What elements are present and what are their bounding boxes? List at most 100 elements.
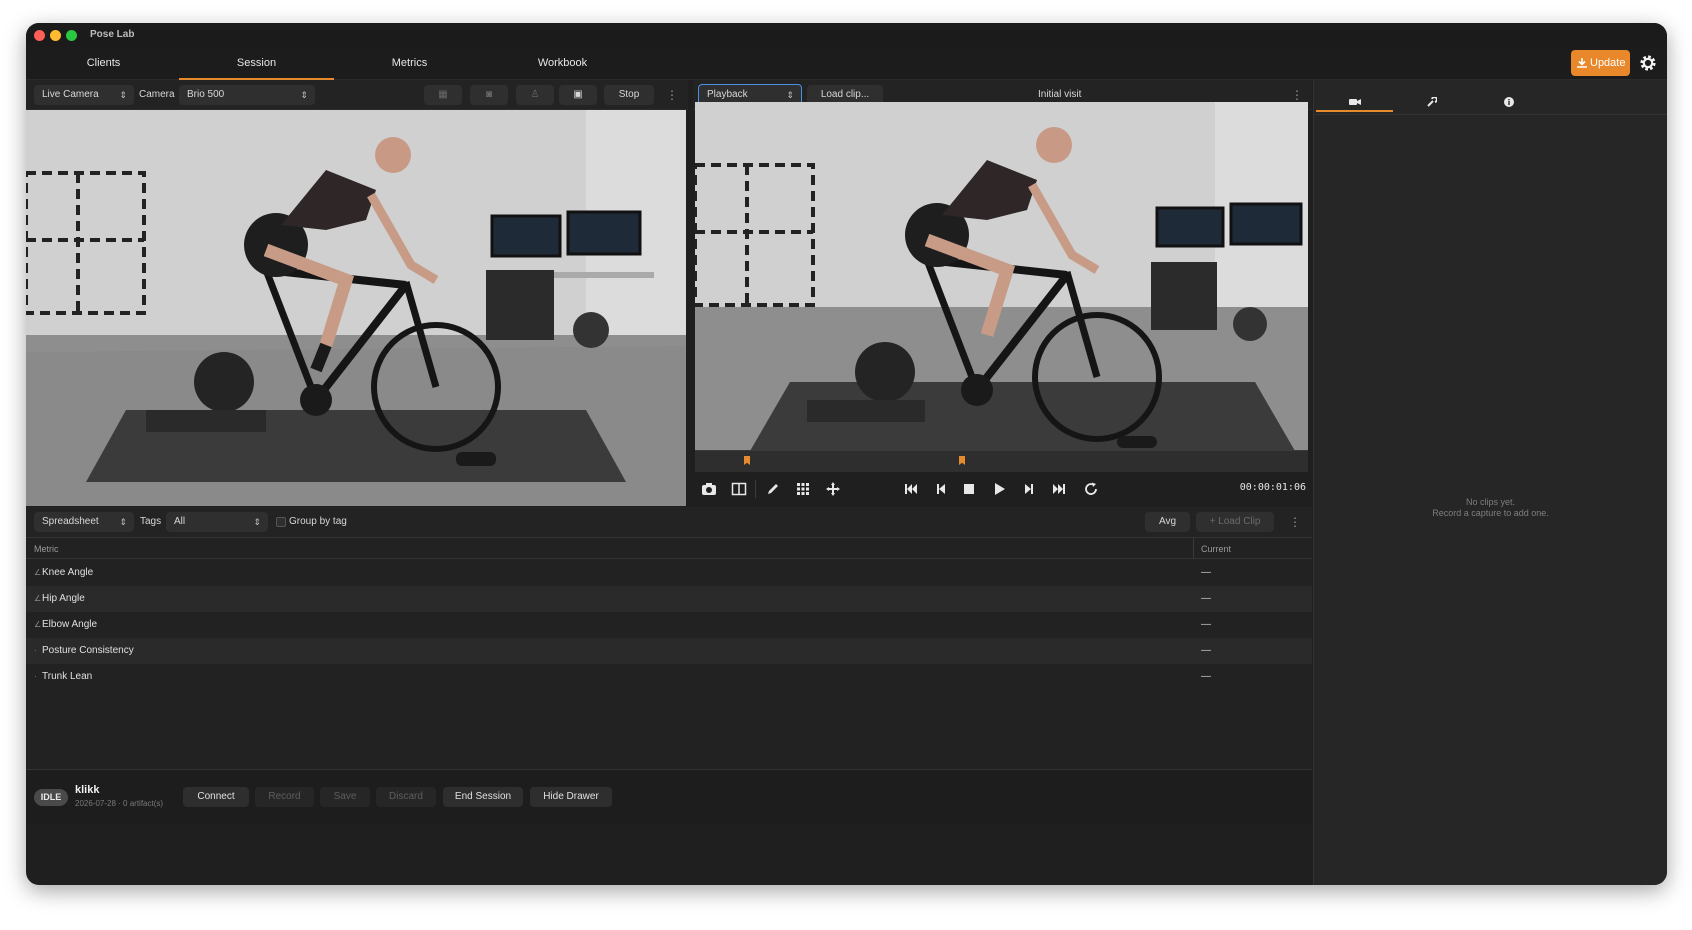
metrics-sheet: Spreadsheet ⇕ Tags All ⇕ Group by tag Avg … [26, 507, 1312, 769]
pencil-icon[interactable] [765, 481, 781, 497]
sidebar-tab-clips[interactable] [1316, 92, 1393, 112]
grid-icon[interactable] [795, 481, 811, 497]
loop-icon[interactable] [1083, 481, 1099, 497]
status-badge: IDLE [34, 789, 68, 806]
camera-select[interactable]: Brio 500 ⇕ [179, 85, 315, 105]
transport-bar: 00:00:01:06 [695, 474, 1310, 504]
table-header: Metric Current [26, 537, 1312, 559]
discard-button[interactable]: Discard [376, 787, 436, 807]
connect-button[interactable]: Connect [183, 787, 249, 807]
tags-label: Tags [140, 516, 162, 527]
dot-icon: · [34, 672, 37, 681]
timeline-track[interactable] [695, 450, 1308, 472]
end-session-button[interactable]: End Session [443, 787, 523, 807]
clips-sidebar: No clips yet. Record a capture to add on… [1313, 80, 1667, 885]
column-metric: Metric [34, 544, 59, 554]
stop-button[interactable]: Stop [604, 85, 654, 105]
updown-icon: ⇕ [253, 517, 261, 527]
app-window: Pose Lab Clients Session Metrics Workboo… [26, 23, 1667, 885]
group-by-tag-checkbox[interactable] [276, 517, 286, 527]
angle-icon: ∠ [34, 620, 42, 629]
avg-button[interactable]: Avg [1145, 512, 1190, 532]
save-button[interactable]: Save [320, 787, 370, 807]
angle-icon: ∠ [34, 568, 42, 577]
view-select[interactable]: Spreadsheet ⇕ [34, 512, 134, 532]
bookmark-marker[interactable] [959, 456, 965, 465]
camera-label: Camera [139, 89, 175, 100]
session-name: klikk [75, 784, 100, 796]
mode-select-value: Playback [707, 89, 748, 100]
cyclist-scene-image [26, 110, 686, 506]
group-by-tag-label: Group by tag [289, 516, 347, 527]
move-icon[interactable] [825, 481, 841, 497]
camera-icon[interactable] [701, 481, 717, 497]
tab-clients[interactable]: Clients [26, 47, 181, 80]
table-row[interactable]: ∠ Elbow Angle — [26, 612, 1312, 638]
source-select[interactable]: Live Camera ⇕ [34, 85, 134, 105]
tab-workbook[interactable]: Workbook [485, 47, 640, 80]
angle-icon: ∠ [34, 594, 42, 603]
table-row[interactable]: ∠ Hip Angle — [26, 586, 1312, 612]
play-icon[interactable] [991, 481, 1007, 497]
grid-icon: ▦ [438, 89, 448, 100]
tags-select-value: All [174, 516, 186, 527]
camera-more-button[interactable]: ⋮ [666, 85, 678, 105]
snapshot-button[interactable]: ◙ [470, 85, 508, 105]
bookmark-marker[interactable] [744, 456, 750, 465]
updown-icon: ⇕ [300, 90, 308, 100]
metric-current: — [1201, 645, 1211, 656]
step-forward-icon[interactable] [1021, 481, 1037, 497]
playback-video[interactable] [695, 102, 1308, 451]
pose-button[interactable]: ♙ [516, 85, 554, 105]
film-button[interactable]: ▣ [559, 85, 597, 105]
zoom-window-button[interactable] [66, 30, 77, 41]
update-button[interactable]: Update [1571, 50, 1630, 76]
gear-icon[interactable] [1638, 53, 1658, 73]
camera-select-value: Brio 500 [187, 89, 225, 100]
camera-icon: ◙ [485, 89, 493, 100]
table-row[interactable]: · Posture Consistency — [26, 638, 1312, 664]
cyclist-scene-image [695, 102, 1308, 451]
stop-icon[interactable] [961, 481, 977, 497]
hide-drawer-button[interactable]: Hide Drawer [530, 787, 612, 807]
table-row[interactable]: ∠ Knee Angle — [26, 560, 1312, 586]
grid-view-button[interactable]: ▦ [424, 85, 462, 105]
download-icon [1577, 58, 1587, 68]
split-view-icon[interactable] [731, 481, 747, 497]
live-video[interactable] [26, 110, 686, 506]
source-select-value: Live Camera [42, 89, 99, 100]
step-back-icon[interactable] [933, 481, 949, 497]
close-window-button[interactable] [34, 30, 45, 41]
metric-name: Posture Consistency [42, 645, 134, 656]
sidebar-tab-tools[interactable] [1393, 92, 1470, 112]
skip-end-icon[interactable] [1051, 481, 1067, 497]
metric-current: — [1201, 619, 1211, 630]
table-row[interactable]: · Trunk Lean — [26, 664, 1312, 690]
main-tabs: Clients Session Metrics Workbook [26, 47, 1667, 80]
column-divider [1193, 537, 1194, 559]
empty-state-hint: Record a capture to add one. [1432, 508, 1549, 518]
metric-name: Elbow Angle [42, 619, 98, 630]
sidebar-tab-info[interactable] [1470, 92, 1547, 112]
divider [755, 480, 756, 498]
sheet-more-button[interactable]: ⋮ [1289, 512, 1301, 532]
session-footer: IDLE klikk 2026-07-28 · 0 artifact(s) Co… [26, 769, 1312, 825]
tab-session[interactable]: Session [179, 47, 334, 80]
timecode: 00:00:01:06 [1239, 482, 1306, 493]
tags-select[interactable]: All ⇕ [166, 512, 268, 532]
sheet-toolbar: Spreadsheet ⇕ Tags All ⇕ Group by tag Avg … [26, 507, 1312, 537]
skip-start-icon[interactable] [903, 481, 919, 497]
metric-current: — [1201, 593, 1211, 604]
metric-current: — [1201, 671, 1211, 682]
minimize-window-button[interactable] [50, 30, 61, 41]
sidebar-divider [1314, 114, 1667, 115]
tab-metrics[interactable]: Metrics [332, 47, 487, 80]
wrench-icon [1426, 96, 1438, 107]
record-button[interactable]: Record [255, 787, 314, 807]
load-clip-column-button[interactable]: + Load Clip [1196, 512, 1274, 532]
metric-name: Trunk Lean [42, 671, 93, 682]
metric-name: Hip Angle [42, 593, 85, 604]
column-current: Current [1201, 544, 1232, 554]
person-icon: ♙ [530, 89, 540, 100]
metric-current: — [1201, 567, 1211, 578]
